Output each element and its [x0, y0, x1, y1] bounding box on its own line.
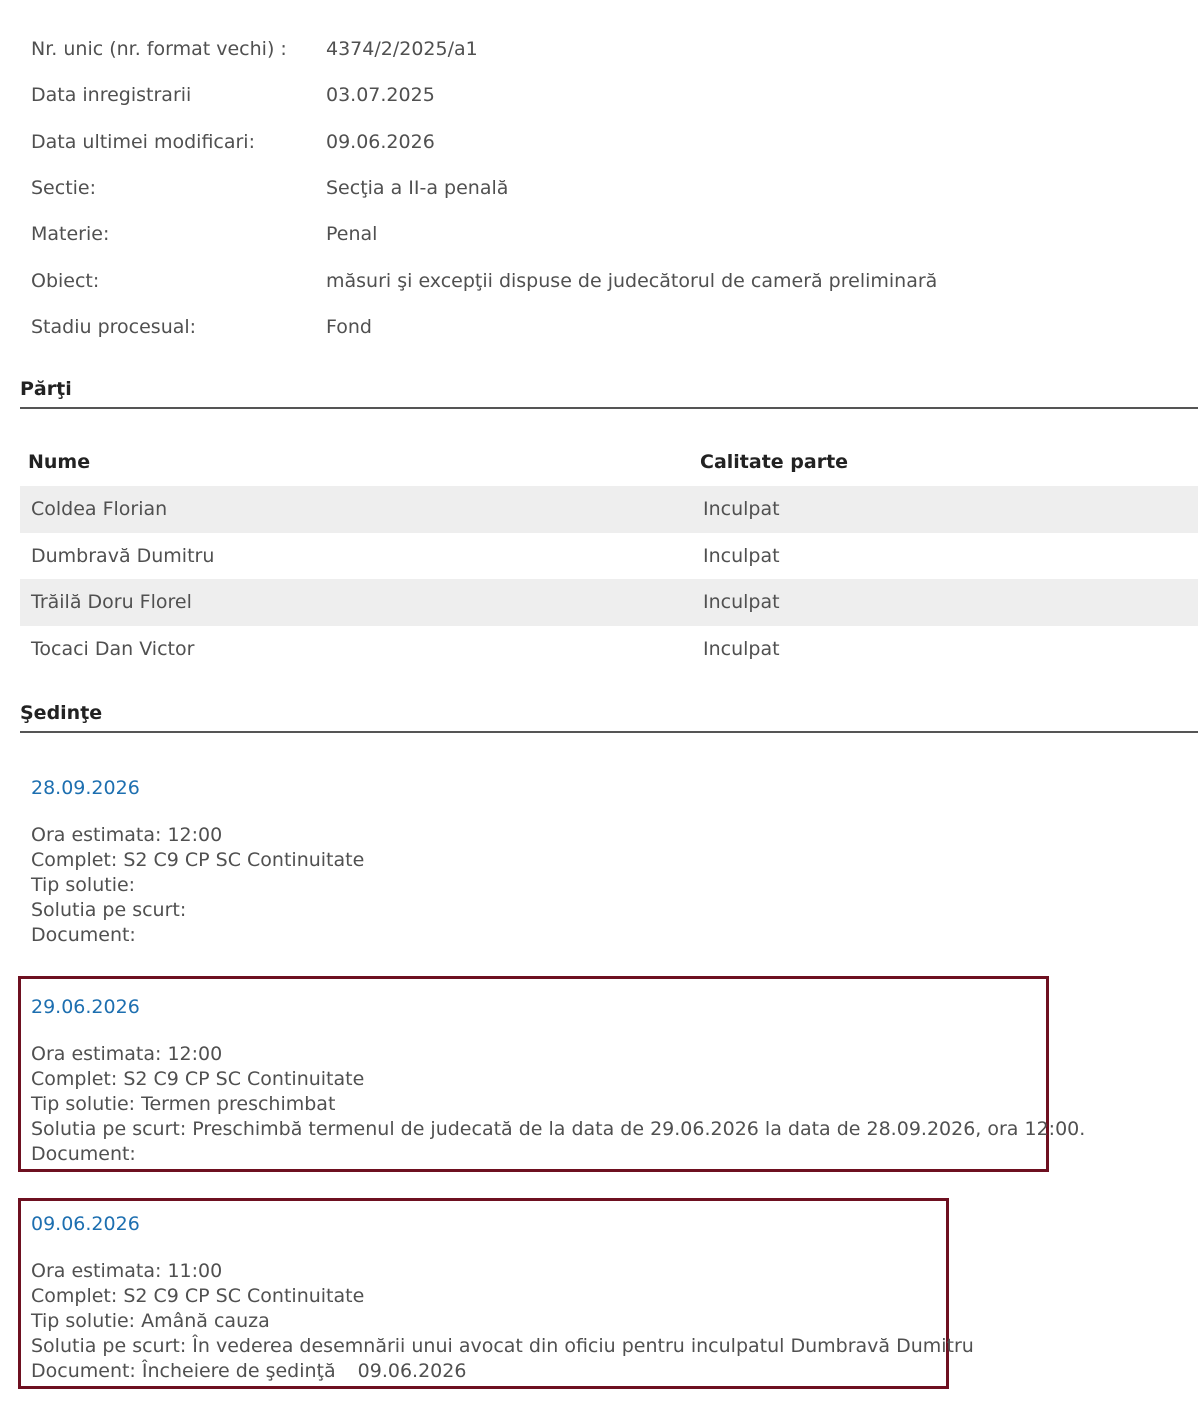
info-row-obiect: Obiect: măsuri şi excepţii dispuse de ju…	[31, 257, 1181, 303]
session-document: Document:	[31, 1142, 1046, 1167]
session-date-link[interactable]: 28.09.2026	[31, 777, 1050, 799]
session-ora: Ora estimata: 12:00	[31, 824, 223, 846]
party-role: Inculpat	[703, 591, 780, 614]
party-role: Inculpat	[703, 544, 780, 567]
session-document-link[interactable]: Document: Încheiere de şedinţă	[31, 1360, 336, 1382]
table-row: Tocaci Dan Victor Inculpat	[20, 626, 1198, 673]
info-row-stadiu: Stadiu procesual: Fond	[31, 304, 1181, 350]
info-label: Nr. unic (nr. format vechi) :	[31, 38, 287, 61]
info-label: Data inregistrarii	[31, 84, 192, 107]
session-ora: Ora estimata: 11:00	[31, 1260, 223, 1282]
info-label: Stadiu procesual:	[31, 315, 197, 338]
info-value: Secţia a II-a penală	[326, 177, 509, 200]
table-row: Dumbravă Dumitru Inculpat	[20, 533, 1198, 580]
info-value: Penal	[326, 223, 378, 246]
session-complet: Complet: S2 C9 CP SC Continuitate	[31, 849, 365, 871]
section-title-sedinte: Şedinţe	[20, 702, 1198, 733]
info-value: 4374/2/2025/a1	[326, 38, 478, 61]
info-label: Sectie:	[31, 177, 97, 200]
info-row-data-modificari: Data ultimei modificari: 09.06.2026	[31, 119, 1181, 165]
party-role: Inculpat	[703, 637, 780, 660]
session-document-date: 09.06.2026	[357, 1360, 467, 1382]
party-name: Dumbravă Dumitru	[31, 544, 215, 567]
case-info-table: Nr. unic (nr. format vechi) : 4374/2/202…	[31, 26, 1181, 350]
table-row: Coldea Florian Inculpat	[20, 486, 1198, 533]
session-document-label: Document:	[31, 1143, 136, 1165]
party-name: Tocaci Dan Victor	[31, 637, 195, 660]
info-label: Obiect:	[31, 269, 100, 292]
session-date-link[interactable]: 09.06.2026	[31, 1213, 946, 1235]
info-row-nr-unic: Nr. unic (nr. format vechi) : 4374/2/202…	[31, 26, 1181, 72]
info-row-data-inregistrarii: Data inregistrarii 03.07.2025	[31, 72, 1181, 118]
session-tip-solutie: Tip solutie:	[31, 874, 136, 896]
party-name: Coldea Florian	[31, 498, 168, 521]
info-value: 03.07.2025	[326, 84, 435, 107]
session-date-link[interactable]: 29.06.2026	[31, 996, 1046, 1018]
session-solutia: Solutia pe scurt: Preschimbă termenul de…	[31, 1118, 1086, 1140]
info-value: măsuri şi excepţii dispuse de judecătoru…	[326, 269, 938, 292]
session-item-highlighted: 09.06.2026 Ora estimata: 11:00 Complet: …	[18, 1198, 974, 1389]
column-header-name[interactable]: Nume	[20, 451, 692, 473]
session-item: 28.09.2026 Ora estimata: 12:00 Complet: …	[20, 777, 1050, 948]
info-label: Materie:	[31, 223, 110, 246]
table-row: Trăilă Doru Florel Inculpat	[20, 579, 1198, 626]
section-title-parti: Părţi	[20, 378, 1198, 409]
session-solutia: Solutia pe scurt:	[31, 899, 187, 921]
info-row-sectie: Sectie: Secţia a II-a penală	[31, 165, 1181, 211]
case-detail-page: Nr. unic (nr. format vechi) : 4374/2/202…	[0, 0, 1200, 1401]
session-document-label: Document:	[31, 924, 136, 946]
session-document: Document: Încheiere de şedinţă 09.06.2026	[31, 1359, 946, 1384]
session-tip-solutie: Tip solutie: Amână cauza	[31, 1310, 270, 1332]
session-complet: Complet: S2 C9 CP SC Continuitate	[31, 1285, 365, 1307]
party-name: Trăilă Doru Florel	[31, 591, 192, 614]
session-item-highlighted: 29.06.2026 Ora estimata: 12:00 Complet: …	[18, 976, 1086, 1172]
session-ora: Ora estimata: 12:00	[31, 1043, 223, 1065]
info-value: Fond	[326, 315, 372, 338]
session-solutia: Solutia pe scurt: În vederea desemnării …	[31, 1335, 974, 1357]
party-role: Inculpat	[703, 498, 780, 521]
info-label: Data ultimei modificari:	[31, 130, 255, 153]
parties-table: Nume Calitate parte Coldea Florian Incul…	[20, 438, 1198, 672]
info-value: 09.06.2026	[326, 130, 435, 153]
parties-header-row: Nume Calitate parte	[20, 438, 1198, 486]
session-complet: Complet: S2 C9 CP SC Continuitate	[31, 1068, 365, 1090]
info-row-materie: Materie: Penal	[31, 211, 1181, 257]
session-tip-solutie: Tip solutie: Termen preschimbat	[31, 1093, 336, 1115]
column-header-role[interactable]: Calitate parte	[692, 451, 1198, 473]
session-document: Document:	[31, 923, 1050, 948]
